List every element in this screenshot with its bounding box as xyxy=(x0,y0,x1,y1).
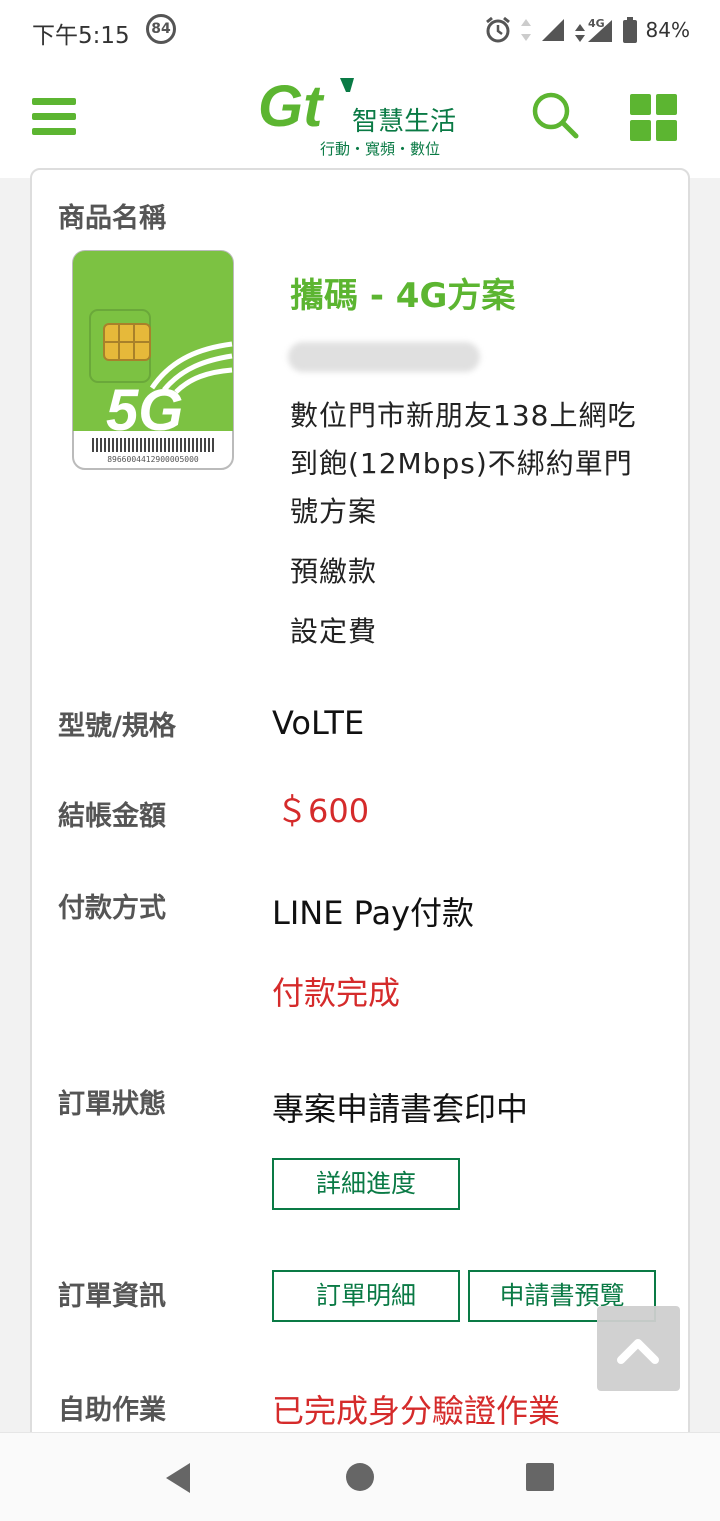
prepaid-text: 預繳款 xyxy=(290,555,378,588)
grid-cell-icon xyxy=(656,94,677,115)
status-time: 下午5:15 xyxy=(32,23,130,49)
payment-status: 付款完成 xyxy=(272,974,401,1012)
menu-bar-icon xyxy=(32,128,76,135)
self-service-label: 自助作業 xyxy=(58,1395,166,1426)
search-icon[interactable] xyxy=(530,90,580,140)
signal-icon xyxy=(541,19,564,41)
brand-tagline: 行動・寬頻・數位 xyxy=(320,140,440,158)
menu-bar-icon xyxy=(32,113,76,120)
signal-4g-icon: 4G xyxy=(574,17,612,42)
masked-phone-number xyxy=(288,342,480,372)
model-label: 型號/規格 xyxy=(58,711,176,742)
data-arrows-icon xyxy=(520,19,531,41)
payment-label: 付款方式 xyxy=(58,893,166,924)
status-icons: 4G 84% xyxy=(484,14,690,46)
menu-button[interactable] xyxy=(32,98,76,136)
grid-cell-icon xyxy=(630,94,651,115)
order-info-label: 訂單資訊 xyxy=(58,1281,166,1312)
self-service-value: 已完成身分驗證作業 xyxy=(272,1392,561,1430)
sim-barcode-number: 8966004412900005000 xyxy=(107,455,199,464)
app-header: Gt 智慧生活 行動・寬頻・數位 xyxy=(0,60,720,178)
amount-label: 結帳金額 xyxy=(58,801,166,832)
battery-percent: 84% xyxy=(645,18,690,42)
sim-card-image: 5G 8966004412900005000 xyxy=(72,250,234,470)
order-status-label: 訂單狀態 xyxy=(58,1089,166,1120)
detail-progress-button[interactable]: 詳細進度 xyxy=(272,1158,460,1210)
order-status-value: 專案申請書套印中 xyxy=(272,1090,529,1128)
scroll-to-top-button[interactable] xyxy=(597,1306,680,1391)
alarm-icon xyxy=(485,16,510,43)
battery-icon xyxy=(622,17,637,43)
product-description: 數位門市新朋友138上網吃到飽(12Mbps)不綁約單門號方案 xyxy=(290,399,637,528)
sim-5g-badge: 5G xyxy=(106,378,183,443)
logo-gt-text: Gt xyxy=(258,74,325,139)
brand-name: 智慧生活 xyxy=(352,107,456,137)
home-icon[interactable] xyxy=(344,1461,376,1493)
notification-count-badge: 84 xyxy=(146,14,176,44)
status-bar: 下午5:15 84 4G 84% xyxy=(0,0,720,60)
grid-cell-icon xyxy=(656,120,677,141)
chevron-up-icon xyxy=(617,1339,659,1364)
payment-method: LINE Pay付款 xyxy=(272,894,475,932)
amount-value: ＄600 xyxy=(276,792,370,830)
brand-logo[interactable]: Gt 智慧生活 行動・寬頻・數位 xyxy=(258,74,468,160)
order-card: 商品名稱 5G 8966004412900005000 攜碼 - 4G方案 數位… xyxy=(30,168,690,1468)
back-icon[interactable] xyxy=(162,1461,194,1495)
grid-cell-icon xyxy=(630,120,651,141)
network-type-text: 4G xyxy=(588,17,605,30)
logo-accent-mark xyxy=(340,78,354,92)
product-title: 攜碼 - 4G方案 xyxy=(290,276,516,316)
model-value: VoLTE xyxy=(272,704,365,742)
product-name-label: 商品名稱 xyxy=(58,203,166,234)
order-detail-button[interactable]: 訂單明細 xyxy=(272,1270,460,1322)
system-nav-bar xyxy=(0,1432,720,1521)
app-grid-icon[interactable] xyxy=(630,94,678,142)
recents-icon[interactable] xyxy=(524,1461,556,1493)
menu-bar-icon xyxy=(32,98,76,105)
setup-fee-text: 設定費 xyxy=(290,615,378,648)
